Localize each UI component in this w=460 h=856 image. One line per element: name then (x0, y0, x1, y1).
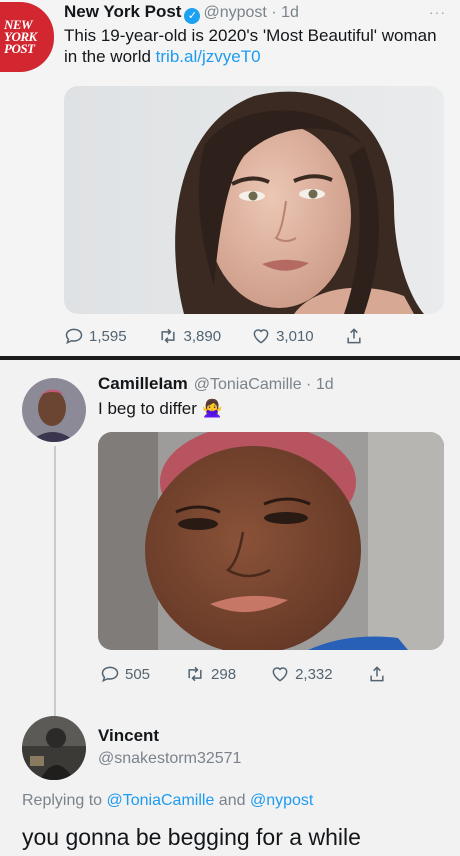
tweet-nypost: NEW YORK POST New York Post ✓ @nypost · 1d… (0, 0, 460, 356)
tweet-time[interactable]: 1d (316, 376, 334, 393)
retweet-icon (160, 328, 175, 344)
reply-text: you gonna be begging for a while (22, 824, 361, 850)
tweet2-actions: 505 298 2,332 (100, 664, 387, 684)
like-count: 2,332 (295, 665, 333, 683)
reply-thread: CamilleIam @ToniaCamille · 1d I beg to di… (0, 360, 460, 856)
like-button[interactable]: 3,010 (251, 326, 314, 346)
reply-count: 1,595 (89, 327, 127, 345)
avatar-camilleiam[interactable] (22, 378, 86, 442)
mention-link[interactable]: @ToniaCamille (107, 792, 215, 809)
tweet-time[interactable]: 1d (281, 4, 299, 21)
tweet-body: This 19-year-old is 2020's 'Most Beautif… (64, 25, 444, 67)
verified-badge-icon: ✓ (184, 8, 201, 24)
tweet-text: I beg to differ (98, 399, 197, 418)
reply-icon (101, 666, 119, 683)
reply-button[interactable]: 1,595 (64, 326, 127, 346)
more-options-icon[interactable]: ··· (429, 4, 446, 20)
retweet-button[interactable]: 298 (184, 664, 236, 684)
like-count: 3,010 (276, 327, 314, 345)
share-button[interactable] (344, 326, 364, 346)
tweet-photo[interactable] (64, 86, 444, 314)
like-button[interactable]: 2,332 (270, 664, 333, 684)
author-handle[interactable]: @nypost (203, 4, 266, 21)
retweet-icon (188, 666, 202, 682)
tweet2-body: I beg to differ 🙅‍♀️ (98, 398, 223, 419)
share-icon (347, 328, 361, 344)
tweet2-header: CamilleIam @ToniaCamille · 1d (98, 374, 334, 393)
author-handle[interactable]: @ToniaCamille (194, 376, 302, 393)
author-name[interactable]: CamilleIam (98, 374, 188, 393)
share-icon (370, 666, 384, 682)
reply-count: 505 (125, 665, 151, 683)
replying-and: and (218, 792, 246, 809)
reply-button[interactable]: 505 (100, 664, 150, 684)
tweet2-photo[interactable] (98, 432, 444, 650)
reply-icon (65, 328, 83, 345)
heart-icon (253, 329, 269, 344)
replying-to: Replying to @ToniaCamille and @nypost (22, 792, 313, 810)
tweet-actions: 1,595 3,890 3,010 (64, 326, 364, 346)
tweet-link[interactable]: trib.al/jzvyeT0 (156, 47, 261, 66)
heart-icon (272, 667, 288, 682)
author-name[interactable]: Vincent (98, 726, 159, 746)
retweet-button[interactable]: 3,890 (157, 326, 222, 346)
avatar-nypost[interactable]: NEW YORK POST (0, 2, 54, 72)
tweet-header: New York Post ✓ @nypost · 1d (64, 2, 299, 24)
retweet-count: 3,890 (183, 327, 222, 345)
mention-link[interactable]: @nypost (250, 792, 313, 809)
avatar-vincent[interactable] (22, 716, 86, 780)
share-button[interactable] (367, 664, 387, 684)
author-handle[interactable]: @snakestorm32571 (98, 750, 241, 768)
gesturing-no-emoji: 🙅‍♀️ (201, 399, 223, 418)
author-name[interactable]: New York Post (64, 2, 181, 21)
avatar-text-line3: POST (4, 41, 35, 56)
retweet-count: 298 (211, 665, 237, 683)
replying-prefix: Replying to (22, 792, 103, 809)
